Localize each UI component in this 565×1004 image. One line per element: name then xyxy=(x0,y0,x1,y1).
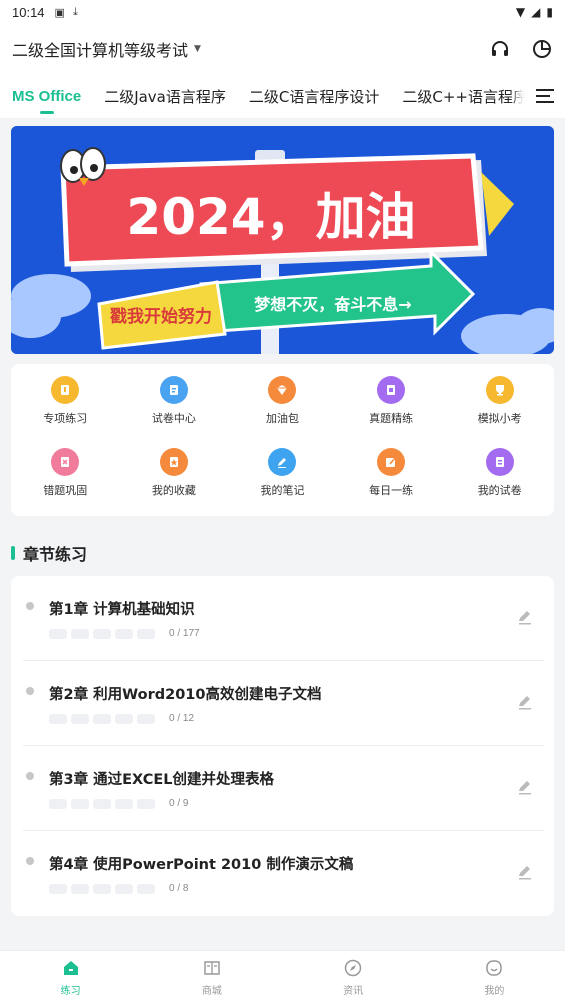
real-exam-icon xyxy=(377,376,406,404)
tab-ms-office[interactable]: MS Office xyxy=(12,74,81,118)
chapter-dot xyxy=(26,857,34,865)
chapter-list: 第1章 计算机基础知识 0 / 177 第2章 利用Word2010高效创建电子… xyxy=(11,576,554,916)
feature-label: 我的试卷 xyxy=(477,484,522,497)
chapter-count: 0 / 9 xyxy=(169,798,189,809)
feature-label: 真题精练 xyxy=(369,412,414,425)
feature-label: 模拟小考 xyxy=(477,412,522,425)
chapter-dot xyxy=(26,772,34,780)
chapter-count: 0 / 8 xyxy=(169,883,189,894)
profile-icon xyxy=(486,960,503,976)
feature-grid: 专项练习 试卷中心 加油包 真题精练 模拟小考 错题巩固 我的收藏 我的笔记 每… xyxy=(11,364,554,516)
chapter-name: 第4章 使用PowerPoint 2010 制作演示文稿 xyxy=(49,857,354,873)
chapter-item[interactable]: 第3章 通过EXCEL创建并处理表格 0 / 9 xyxy=(23,746,544,831)
feature-notes[interactable]: 我的笔记 xyxy=(228,448,337,510)
chapter-dot xyxy=(26,687,34,695)
practice-icon xyxy=(51,376,80,404)
feature-label: 我的笔记 xyxy=(260,484,305,497)
nav-label: 商城 xyxy=(201,986,222,997)
chapter-progress: 0 / 9 xyxy=(49,798,544,809)
my-paper-icon xyxy=(485,448,514,476)
section-title: 章节练习 xyxy=(23,545,88,564)
feature-label: 我的收藏 xyxy=(151,484,196,497)
status-bar: 10:14 ▣ ⤓ ▼ ◢ ▮ xyxy=(0,0,565,24)
tab-java[interactable]: 二级Java语言程序 xyxy=(104,74,226,118)
wifi-icon: ▼ xyxy=(515,5,526,19)
feature-real-exam[interactable]: 真题精练 xyxy=(337,376,446,438)
status-time: 10:14 xyxy=(12,4,45,20)
banner-left-slogan: 戳我开始努力 xyxy=(110,306,212,327)
shop-icon xyxy=(204,961,220,975)
feature-pack[interactable]: 加油包 xyxy=(228,376,337,438)
paper-icon xyxy=(159,376,188,404)
chapter-item[interactable]: 第1章 计算机基础知识 0 / 177 xyxy=(23,576,544,661)
chapter-name: 第1章 计算机基础知识 xyxy=(49,602,195,618)
promo-banner[interactable]: 2024，加油 戳我开始努力 梦想不灭，奋斗不息→ xyxy=(11,126,554,354)
bottom-nav: 练习 商城 资讯 我的 xyxy=(0,950,565,1004)
pencil-icon[interactable] xyxy=(516,693,534,711)
nav-label: 练习 xyxy=(60,986,81,997)
nav-label: 资讯 xyxy=(343,986,364,997)
feature-mock-exam[interactable]: 模拟小考 xyxy=(445,376,554,438)
signal-icon: ◢ xyxy=(531,5,541,19)
pencil-icon[interactable] xyxy=(516,778,534,796)
favorite-icon xyxy=(159,448,188,476)
headset-icon[interactable] xyxy=(489,38,511,60)
feature-label: 每日一练 xyxy=(369,484,414,497)
feature-practice[interactable]: 专项练习 xyxy=(11,376,120,438)
chapter-progress: 0 / 177 xyxy=(49,628,544,639)
feature-favorites[interactable]: 我的收藏 xyxy=(120,448,229,510)
trophy-icon xyxy=(485,376,514,404)
banner-illustration: 2024，加油 戳我开始努力 梦想不灭，奋斗不息→ xyxy=(11,126,554,354)
chapter-progress: 0 / 12 xyxy=(49,713,544,724)
banner-headline: 2024，加油 xyxy=(126,188,415,246)
exam-title: 二级全国计算机等级考试 xyxy=(12,41,189,60)
exam-selector[interactable]: 二级全国计算机等级考试 ▼ xyxy=(12,37,201,61)
section-accent-bar xyxy=(11,546,15,560)
pack-icon xyxy=(268,376,297,404)
feature-label: 错题巩固 xyxy=(43,484,88,497)
wrong-question-icon xyxy=(51,448,80,476)
app-header: 二级全国计算机等级考试 ▼ xyxy=(0,24,565,74)
chapter-dot xyxy=(26,602,34,610)
nav-label: 我的 xyxy=(484,986,505,997)
nav-practice[interactable]: 练习 xyxy=(0,951,141,1004)
chapter-count: 0 / 12 xyxy=(169,713,195,724)
caret-down-icon: ▼ xyxy=(194,44,201,54)
chapter-name: 第3章 通过EXCEL创建并处理表格 xyxy=(49,772,274,788)
nav-profile[interactable]: 我的 xyxy=(424,951,565,1004)
banner-right-slogan: 梦想不灭，奋斗不息→ xyxy=(254,295,411,314)
feature-my-papers[interactable]: 我的试卷 xyxy=(445,448,554,510)
note-icon xyxy=(268,448,297,476)
history-icon[interactable] xyxy=(531,38,553,60)
feature-label: 试卷中心 xyxy=(151,412,196,425)
subject-tabs: MS Office 二级Java语言程序 二级C语言程序设计 二级C++语言程序… xyxy=(0,74,565,118)
daily-icon xyxy=(377,448,406,476)
home-icon xyxy=(63,961,78,975)
tab-c[interactable]: 二级C语言程序设计 xyxy=(249,74,379,118)
feature-paper-center[interactable]: 试卷中心 xyxy=(120,376,229,438)
compass-icon xyxy=(344,959,362,977)
pencil-icon[interactable] xyxy=(516,608,534,626)
chapter-progress: 0 / 8 xyxy=(49,883,544,894)
feature-wrong-questions[interactable]: 错题巩固 xyxy=(11,448,120,510)
chapter-item[interactable]: 第4章 使用PowerPoint 2010 制作演示文稿 0 / 8 xyxy=(23,831,544,916)
battery-icon: ▮ xyxy=(546,5,553,19)
section-header: 章节练习 xyxy=(11,542,554,564)
pencil-icon[interactable] xyxy=(516,863,534,881)
chapter-item[interactable]: 第2章 利用Word2010高效创建电子文档 0 / 12 xyxy=(23,661,544,746)
nav-news[interactable]: 资讯 xyxy=(283,951,424,1004)
menu-icon xyxy=(536,89,554,103)
tab-menu-button[interactable] xyxy=(525,74,565,118)
notification-icon: ▣ xyxy=(54,5,65,19)
feature-daily-practice[interactable]: 每日一练 xyxy=(337,448,446,510)
download-icon: ⤓ xyxy=(72,5,78,18)
chapter-name: 第2章 利用Word2010高效创建电子文档 xyxy=(49,687,322,703)
feature-label: 专项练习 xyxy=(43,412,88,425)
nav-shop[interactable]: 商城 xyxy=(141,951,282,1004)
feature-label: 加油包 xyxy=(265,412,299,425)
chapter-count: 0 / 177 xyxy=(169,628,200,639)
